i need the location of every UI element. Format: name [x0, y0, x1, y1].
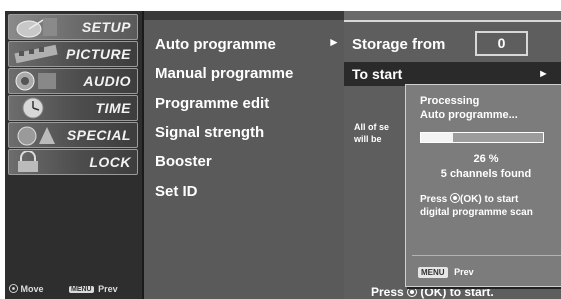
progress-bar	[420, 132, 544, 143]
popup-press-label: Press	[420, 194, 448, 205]
submenu-item-signal-strength[interactable]: Signal strength	[155, 124, 264, 141]
special-shapes-icon	[17, 126, 55, 146]
storage-from-label: Storage from	[352, 36, 446, 53]
submenu-item-manual-programme[interactable]: Manual programme	[155, 65, 293, 82]
category-label-audio: AUDIO	[83, 73, 131, 89]
popup-footer: MENU Prev	[418, 267, 474, 278]
category-time[interactable]: TIME	[8, 95, 138, 121]
prev-hint: MENU Prev	[69, 284, 118, 294]
prev-label: Prev	[98, 284, 118, 294]
speaker-icon	[15, 71, 56, 91]
popup-divider	[412, 255, 561, 256]
navigation-pad-icon	[9, 284, 18, 293]
bottom-press-rest: (OK) to start.	[420, 285, 494, 299]
progress-percent: 26 %	[473, 153, 499, 165]
category-picture[interactable]: PICTURE	[8, 41, 138, 67]
storage-from-input[interactable]: 0	[475, 31, 528, 56]
category-label-lock: LOCK	[89, 154, 131, 170]
to-start-row[interactable]: To start ►	[344, 62, 561, 86]
popup-title: Processing Auto programme...	[420, 94, 518, 122]
submenu-arrow-icon: ►	[328, 35, 340, 49]
popup-title-line-1: Processing	[420, 95, 480, 107]
submenu-item-set-id[interactable]: Set ID	[155, 183, 198, 200]
ok-button-icon	[407, 287, 418, 297]
setup-submenu: Auto programme ► Manual programme Progra…	[144, 11, 344, 299]
popup-press-hint: Press (OK) to start digital programme sc…	[420, 193, 533, 219]
category-label-setup: SETUP	[81, 19, 131, 35]
category-lock[interactable]: LOCK	[8, 149, 138, 175]
submenu-header-bar	[144, 11, 344, 20]
category-label-special: SPECIAL	[66, 127, 131, 143]
bottom-press-label: Press	[371, 285, 404, 299]
bottom-press-hint: Press (OK) to start.	[371, 285, 494, 299]
sidebar-footer: Move MENU Prev	[5, 283, 140, 297]
popup-prev-label: Prev	[454, 267, 474, 277]
film-reel-icon	[14, 44, 58, 64]
submenu-item-auto-programme[interactable]: Auto programme	[155, 36, 276, 53]
category-audio[interactable]: AUDIO	[8, 68, 138, 94]
clock-icon	[22, 97, 44, 119]
category-sidebar: SETUP PICTURE AUDIO TIME SPECIAL LOCK Mo…	[5, 11, 144, 299]
menu-button-tag: MENU	[69, 286, 94, 293]
category-special[interactable]: SPECIAL	[8, 122, 138, 148]
popup-press-line-1: Press (OK) to start	[420, 193, 533, 206]
move-hint: Move	[9, 284, 44, 294]
menu-button-tag[interactable]: MENU	[418, 267, 448, 278]
processing-popup: Processing Auto programme... 26 % 5 chan…	[405, 84, 561, 287]
category-setup[interactable]: SETUP	[8, 14, 138, 40]
to-start-arrow-icon: ►	[538, 68, 549, 80]
panel-header-bar	[344, 11, 561, 22]
submenu-item-programme-edit[interactable]: Programme edit	[155, 95, 269, 112]
popup-title-line-2: Auto programme...	[420, 109, 518, 121]
category-label-picture: PICTURE	[66, 46, 131, 62]
padlock-icon	[18, 151, 38, 172]
satellite-dish-icon	[16, 18, 57, 38]
popup-press-line-2: digital programme scan	[420, 207, 533, 218]
to-start-label: To start	[352, 66, 403, 82]
channels-found: 5 channels found	[440, 168, 532, 180]
submenu-item-booster[interactable]: Booster	[155, 153, 212, 170]
category-label-time: TIME	[95, 100, 131, 116]
move-label: Move	[20, 284, 44, 294]
popup-press-rest: (OK) to start	[460, 194, 519, 205]
ok-button-icon	[450, 193, 461, 203]
progress-bar-fill	[421, 133, 453, 142]
